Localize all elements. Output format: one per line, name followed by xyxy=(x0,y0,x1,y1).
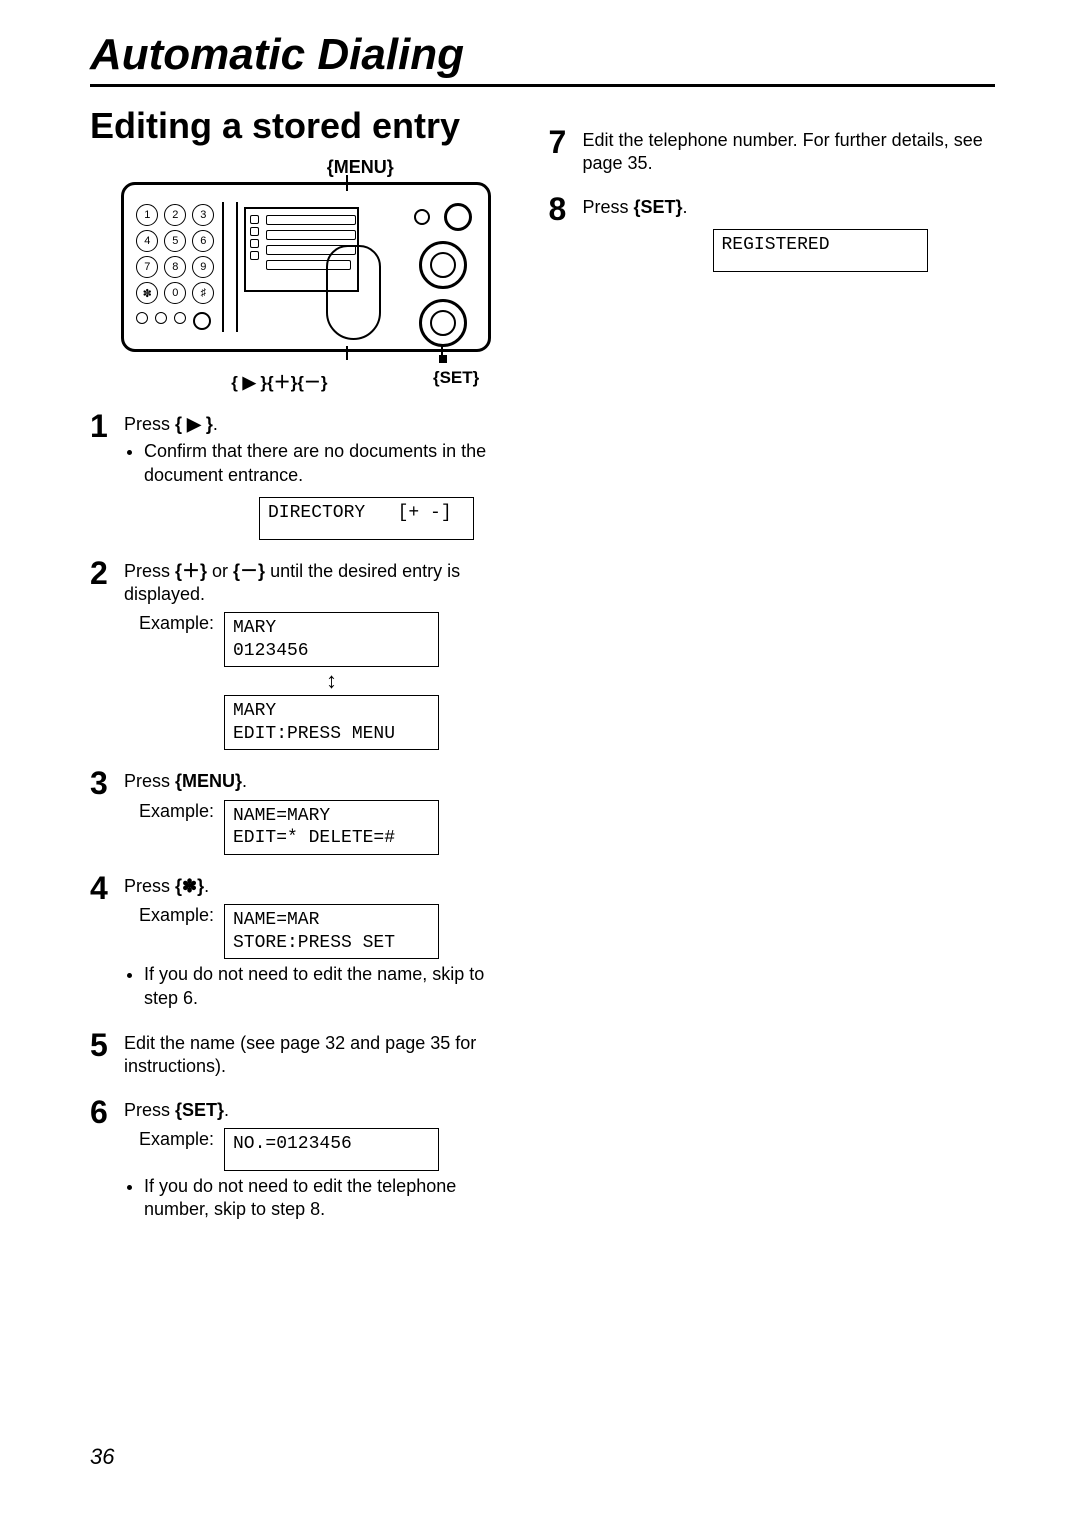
example-label: Example: xyxy=(124,612,214,635)
key-7: 7 xyxy=(136,256,158,278)
round-button-2 xyxy=(419,241,467,289)
step-text-end: . xyxy=(224,1100,229,1120)
step-note: If you do not need to edit the telephone… xyxy=(144,1175,523,1222)
step-text: Press xyxy=(124,876,175,896)
key-9: 9 xyxy=(192,256,214,278)
section-heading: Editing a stored entry xyxy=(90,105,523,147)
key-hash: ♯ xyxy=(192,282,214,304)
step-text: Edit the telephone number. For further d… xyxy=(583,130,983,173)
step-note: If you do not need to edit the name, ski… xyxy=(144,963,523,1010)
lcd-readout: MARY 0123456 xyxy=(224,612,439,667)
key-5: 5 xyxy=(164,230,186,252)
device-panel-illustration: {MENU} 1 2 3 4 5 6 7 8 9 xyxy=(121,157,491,393)
step-text: Press xyxy=(124,561,175,581)
example-label: Example: xyxy=(124,904,214,927)
step-note: Confirm that there are no documents in t… xyxy=(144,440,523,487)
step-text: Press xyxy=(583,197,634,217)
page-number: 36 xyxy=(90,1444,114,1470)
right-button-cluster xyxy=(414,203,472,363)
up-down-arrow-icon: ↕ xyxy=(224,667,439,695)
example-label: Example: xyxy=(124,1128,214,1151)
set-button-label: {SET} xyxy=(433,368,479,393)
set-key: {SET} xyxy=(175,1100,224,1120)
lcd-readout: MARY EDIT:PRESS MENU xyxy=(224,695,439,750)
left-column: Editing a stored entry {MENU} 1 2 3 4 5 … xyxy=(90,105,543,1223)
right-arrow-key: { ▶ } xyxy=(175,414,213,434)
step-1: 1 Press { ▶ }. Confirm that there are no… xyxy=(90,413,523,540)
key-1: 1 xyxy=(136,204,158,226)
key-4: 4 xyxy=(136,230,158,252)
step-text-end: . xyxy=(683,197,688,217)
round-button-1 xyxy=(444,203,472,231)
plus-key: {＋} xyxy=(175,561,207,581)
key-6: 6 xyxy=(192,230,214,252)
step-3: 3 Press {MENU}. Example: NAME=MARY EDIT=… xyxy=(90,770,523,854)
star-key: {✽} xyxy=(175,876,204,896)
secondary-buttons xyxy=(136,312,214,330)
key-0: 0 xyxy=(164,282,186,304)
small-button-4 xyxy=(193,312,211,330)
key-2: 2 xyxy=(164,204,186,226)
leader-line xyxy=(346,175,348,191)
key-8: 8 xyxy=(164,256,186,278)
key-3: 3 xyxy=(192,204,214,226)
menu-key: {MENU} xyxy=(175,771,242,791)
step-2: 2 Press {＋} or {－} until the desired ent… xyxy=(90,560,523,751)
step-text: Edit the name (see page 32 and page 35 f… xyxy=(124,1033,476,1076)
step-text-mid: or xyxy=(207,561,233,581)
step-number: 5 xyxy=(90,1029,124,1079)
lcd-readout: DIRECTORY [+ -] xyxy=(259,497,474,540)
device-panel: 1 2 3 4 5 6 7 8 9 ✽ 0 ♯ xyxy=(121,182,491,352)
manual-page: Automatic Dialing Editing a stored entry… xyxy=(0,0,1080,1526)
small-button-3 xyxy=(174,312,186,324)
two-column-layout: Editing a stored entry {MENU} 1 2 3 4 5 … xyxy=(90,105,995,1223)
leader-lines xyxy=(121,352,491,362)
minus-key: {－} xyxy=(233,561,265,581)
menu-button-label: {MENU} xyxy=(229,157,491,178)
nav-buttons-label: { ▶ }{＋}{－} xyxy=(231,368,327,393)
step-number: 4 xyxy=(90,872,124,1012)
round-button-3 xyxy=(419,299,467,347)
small-button-1 xyxy=(136,312,148,324)
step-number: 2 xyxy=(90,557,124,751)
step-6: 6 Press {SET}. Example: NO.=0123456 If y… xyxy=(90,1099,523,1224)
small-button-2 xyxy=(155,312,167,324)
indicator-led xyxy=(414,209,430,225)
step-5: 5 Edit the name (see page 32 and page 35… xyxy=(90,1032,523,1079)
step-text-end: . xyxy=(213,414,218,434)
step-text: Press xyxy=(124,771,175,791)
step-8: 8 Press {SET}. REGISTERED xyxy=(549,196,996,272)
lcd-readout: NAME=MARY EDIT=* DELETE=# xyxy=(224,800,439,855)
numeric-keypad: 1 2 3 4 5 6 7 8 9 ✽ 0 ♯ xyxy=(136,204,214,304)
step-number: 7 xyxy=(549,126,583,176)
step-text: Press xyxy=(124,1100,175,1120)
step-7: 7 Edit the telephone number. For further… xyxy=(549,129,996,176)
step-number: 1 xyxy=(90,410,124,540)
step-number: 6 xyxy=(90,1096,124,1224)
right-column: 7 Edit the telephone number. For further… xyxy=(543,105,996,1223)
example-label: Example: xyxy=(124,800,214,823)
chapter-title: Automatic Dialing xyxy=(90,30,995,87)
lcd-readout: NO.=0123456 xyxy=(224,1128,439,1171)
step-text: Press xyxy=(124,414,175,434)
hinge-bar xyxy=(222,202,238,332)
lcd-readout: NAME=MAR STORE:PRESS SET xyxy=(224,904,439,959)
lcd-readout: REGISTERED xyxy=(713,229,928,272)
step-number: 3 xyxy=(90,767,124,854)
step-text-end: . xyxy=(242,771,247,791)
key-star: ✽ xyxy=(136,282,158,304)
step-text-end: . xyxy=(204,876,209,896)
step-4: 4 Press {✽}. Example: NAME=MAR STORE:PRE… xyxy=(90,875,523,1012)
navigation-pad xyxy=(326,245,381,340)
keypad-block: 1 2 3 4 5 6 7 8 9 ✽ 0 ♯ xyxy=(136,204,214,330)
step-number: 8 xyxy=(549,193,583,272)
set-key: {SET} xyxy=(634,197,683,217)
